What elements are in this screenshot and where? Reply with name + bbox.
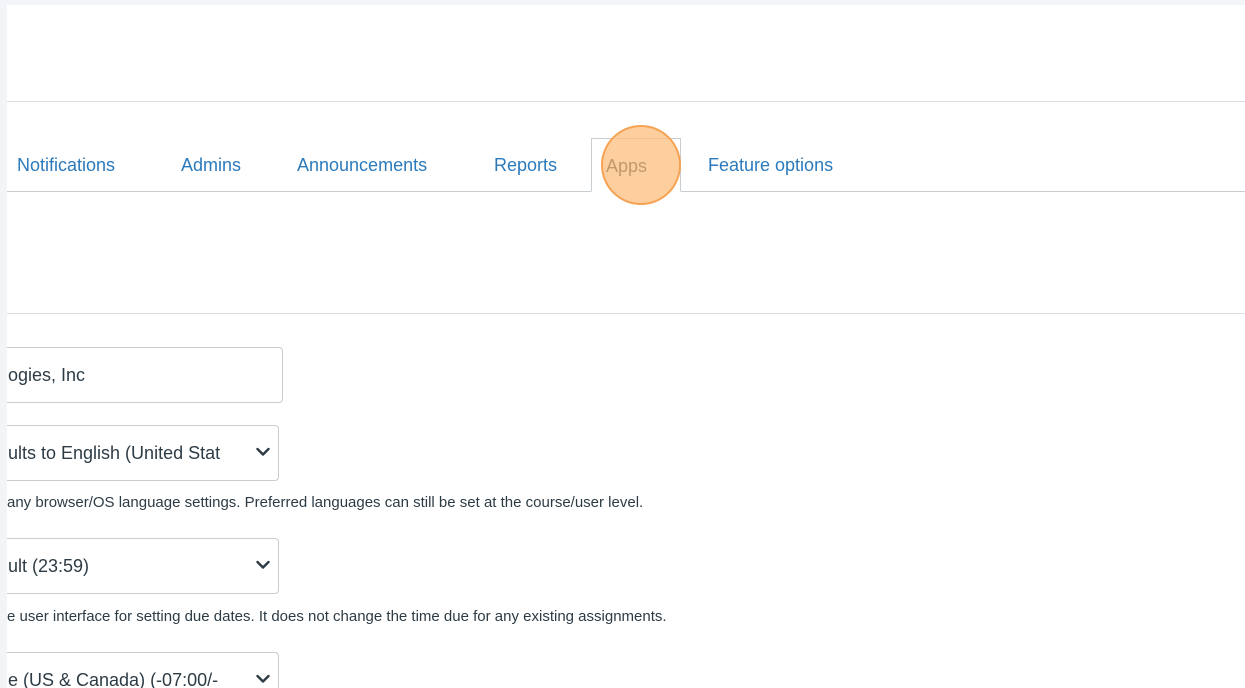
default-language-help: any browser/OS language settings. Prefer… (7, 494, 644, 511)
default-timezone-select[interactable]: e (US & Canada) (-07:00/- (7, 652, 279, 688)
account-name-input[interactable]: ogies, Inc (7, 347, 283, 403)
chevron-down-icon (256, 653, 270, 688)
tab-admins-label: Admins (181, 155, 242, 175)
tab-notifications-label: Notifications (17, 155, 116, 175)
tab-feature-options[interactable]: Feature options (708, 138, 833, 192)
default-due-time-help: e user interface for setting due dates. … (7, 608, 667, 625)
tab-notifications[interactable]: Notifications (17, 138, 115, 192)
tab-apps-label: Apps (606, 156, 648, 176)
chevron-down-icon (256, 426, 270, 480)
tab-reports-label: Reports (494, 155, 558, 175)
header-divider (7, 101, 1245, 102)
default-language-select[interactable]: ults to English (United Stat (7, 425, 279, 481)
account-settings-page: Notifications Admins Announcements Repor… (7, 5, 1245, 688)
tab-admins[interactable]: Admins (181, 138, 241, 192)
account-name-value: ogies, Inc (8, 365, 86, 385)
default-due-time-value: ult (23:59) (8, 556, 90, 576)
default-language-value: ults to English (United Stat (8, 443, 221, 463)
chevron-down-icon (256, 539, 270, 593)
default-due-time-select[interactable]: ult (23:59) (7, 538, 279, 594)
tab-feature-options-label: Feature options (708, 155, 834, 175)
tab-announcements[interactable]: Announcements (297, 138, 427, 192)
tab-reports[interactable]: Reports (494, 138, 557, 192)
default-timezone-value: e (US & Canada) (-07:00/- (8, 670, 219, 688)
tab-apps[interactable]: Apps (591, 138, 681, 192)
section-divider (7, 313, 1245, 314)
tab-announcements-label: Announcements (297, 155, 428, 175)
